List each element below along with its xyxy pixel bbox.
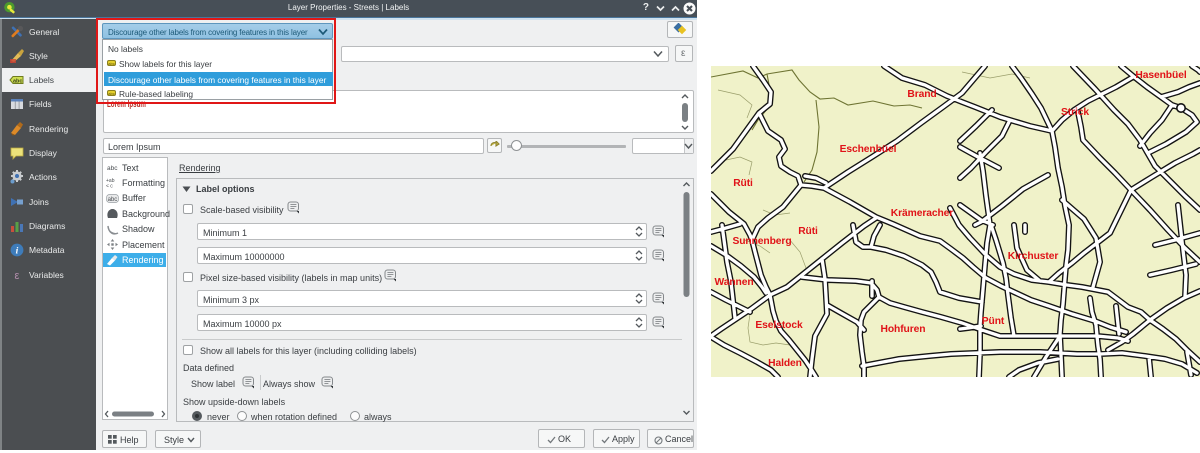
svg-text:Eschenbüel: Eschenbüel	[840, 144, 897, 155]
svg-text:ε: ε	[15, 270, 20, 282]
svg-text:Kirchuster: Kirchuster	[1008, 251, 1059, 262]
svg-text:< c: < c	[106, 184, 113, 189]
svg-text:Halden: Halden	[768, 358, 802, 369]
svg-text:Hohfuren: Hohfuren	[881, 324, 926, 335]
svg-text:abc: abc	[13, 78, 22, 84]
svg-text:Brand: Brand	[907, 89, 936, 100]
svg-text:Sunnenberg: Sunnenberg	[732, 236, 791, 247]
svg-text:i: i	[16, 247, 19, 257]
svg-text:Wannen: Wannen	[714, 277, 753, 288]
svg-text:Krämeracher: Krämeracher	[891, 208, 954, 219]
svg-text:Pünt: Pünt	[982, 316, 1005, 327]
svg-text:Strick: Strick	[1061, 107, 1089, 118]
svg-text:abc: abc	[107, 165, 118, 172]
svg-text:abc: abc	[108, 197, 118, 203]
svg-text:Rüti: Rüti	[798, 226, 818, 237]
svg-text:Rüti: Rüti	[733, 178, 753, 189]
svg-text:Eselstock: Eselstock	[755, 320, 803, 331]
svg-text:Hasenbüel: Hasenbüel	[1135, 70, 1186, 81]
